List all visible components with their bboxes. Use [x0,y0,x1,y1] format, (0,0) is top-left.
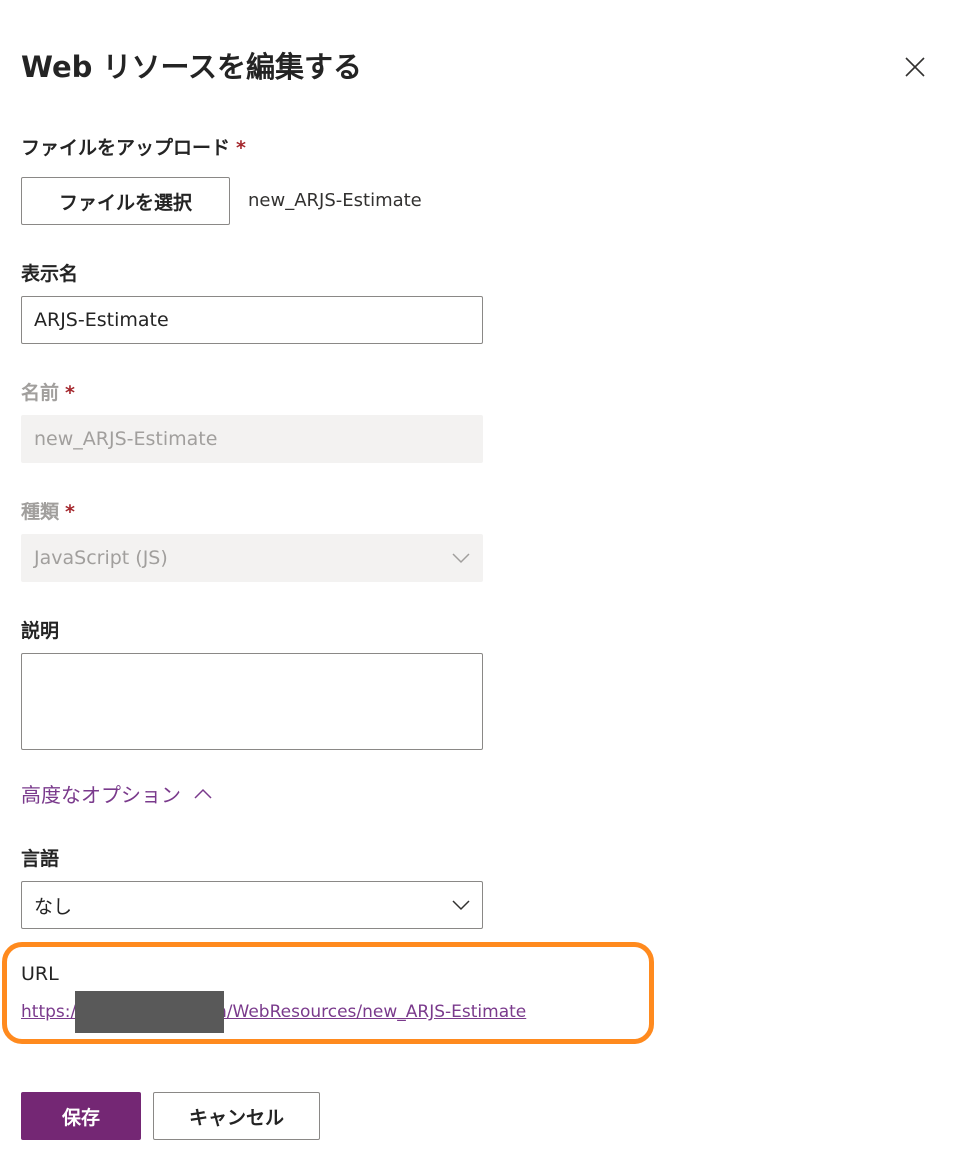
save-button[interactable]: 保存 [21,1092,141,1140]
chevron-up-icon [194,788,212,799]
description-textarea[interactable] [21,653,483,750]
type-select: JavaScript (JS) [21,534,483,582]
url-label: URL [21,963,59,985]
advanced-options-toggle[interactable]: 高度なオプション [21,779,213,808]
name-label-text: 名前 [21,382,60,404]
cancel-button[interactable]: キャンセル [153,1092,320,1140]
language-selected-value: なし [34,895,73,918]
chevron-down-icon [452,900,470,911]
name-label: 名前 * [21,378,75,405]
language-label: 言語 [21,848,60,870]
upload-label: ファイルをアップロード * [21,133,246,160]
display-name-value: ARJS-Estimate [34,309,169,331]
close-icon [905,57,925,77]
type-label-text: 種類 [21,501,60,523]
name-input: new_ARJS-Estimate [21,415,483,463]
edit-web-resource-panel: Web リソースを編集する ファイルをアップロード * ファイルを選択 new_A… [0,0,963,1163]
type-selected-value: JavaScript (JS) [34,547,168,569]
required-mark: * [236,137,246,159]
display-name-input[interactable]: ARJS-Estimate [21,296,483,344]
close-button[interactable] [900,52,930,82]
page-title: Web リソースを編集する [21,50,363,84]
name-value: new_ARJS-Estimate [34,428,218,450]
type-label: 種類 * [21,497,75,524]
redaction-box [75,991,224,1033]
display-name-label: 表示名 [21,263,79,285]
required-mark: * [65,501,75,523]
chevron-down-icon [452,553,470,564]
language-select[interactable]: なし [21,881,483,929]
advanced-options-label: 高度なオプション [21,783,181,807]
selected-file-name: new_ARJS-Estimate [248,190,422,211]
required-mark: * [65,382,75,404]
description-label: 説明 [21,620,60,642]
upload-label-text: ファイルをアップロード [21,137,231,159]
choose-file-button[interactable]: ファイルを選択 [21,177,230,225]
